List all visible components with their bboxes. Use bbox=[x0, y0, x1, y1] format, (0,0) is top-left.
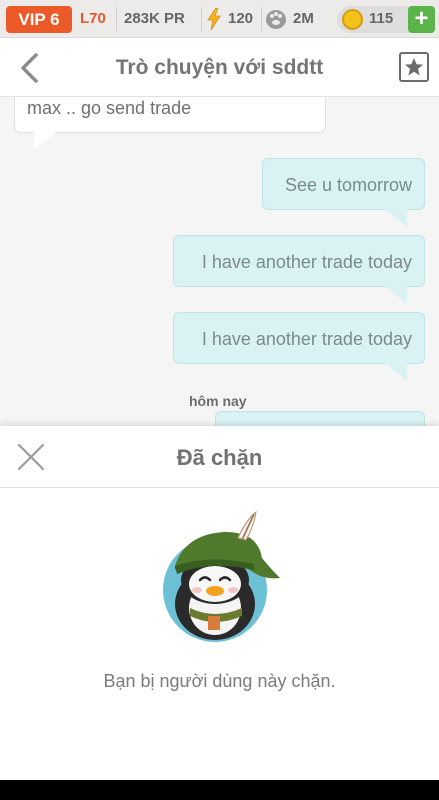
bubble-tail bbox=[385, 286, 407, 304]
paws-value: 2M bbox=[293, 10, 314, 27]
message-bubble[interactable]: max .. go send trade bbox=[14, 97, 326, 133]
status-bar: VIP 6 L70 283K PR 120 2M 115 + bbox=[0, 0, 439, 38]
bubble-tail bbox=[34, 132, 56, 150]
divider bbox=[261, 7, 262, 31]
chat-messages[interactable]: max .. go send trade See u tomorrow I ha… bbox=[0, 97, 439, 427]
favorite-button[interactable] bbox=[399, 52, 429, 82]
paw-icon bbox=[266, 10, 286, 29]
chevron-left-icon[interactable] bbox=[18, 52, 42, 84]
day-separator: hôm nay bbox=[189, 393, 247, 409]
message-bubble[interactable]: I have another trade today bbox=[173, 235, 425, 287]
energy-value: 120 bbox=[228, 10, 254, 27]
blocked-message: Bạn bị người dùng này chặn. bbox=[103, 671, 336, 691]
pr-label: 283K PR bbox=[124, 10, 185, 27]
coin-icon bbox=[342, 9, 363, 30]
penguin-avatar bbox=[163, 510, 280, 642]
level-label: L70 bbox=[80, 10, 106, 27]
close-icon[interactable] bbox=[16, 442, 46, 472]
add-coins-button[interactable]: + bbox=[408, 6, 435, 33]
bubble-tail bbox=[385, 209, 407, 227]
message-bubble-partial[interactable] bbox=[215, 411, 425, 427]
message-bubble[interactable]: See u tomorrow bbox=[262, 158, 425, 210]
coin-value: 115 bbox=[369, 10, 394, 27]
chat-header: Trò chuyện với sddtt bbox=[0, 38, 439, 97]
star-icon bbox=[405, 58, 423, 76]
page-title: Trò chuyện với sddtt bbox=[115, 56, 324, 79]
bubble-tail bbox=[385, 363, 407, 381]
lightning-icon bbox=[207, 8, 221, 30]
divider bbox=[116, 7, 117, 31]
message-bubble[interactable]: I have another trade today bbox=[173, 312, 425, 364]
blocked-panel: Đã chặn Bạn bị người dùng này chặn. bbox=[0, 426, 439, 780]
panel-header: Đã chặn bbox=[0, 426, 439, 488]
vip-badge[interactable]: VIP 6 bbox=[6, 6, 72, 33]
panel-title: Đã chặn bbox=[176, 445, 263, 470]
divider bbox=[201, 7, 202, 31]
